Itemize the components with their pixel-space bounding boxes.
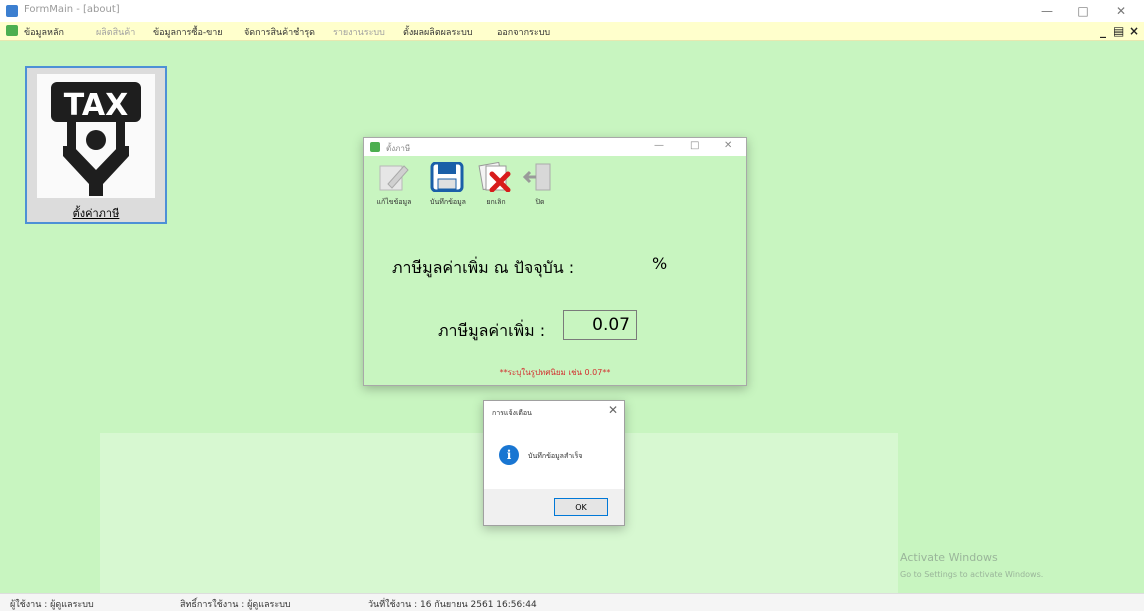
tax-dialog: ตั้งภาษี — □ ✕ แก้ไขข้อมูล บันทึกข้อมูล [363,137,747,386]
save-button-label: บันทึกข้อมูล [430,198,466,206]
cancel-icon [478,161,512,193]
window-titlebar: FormMain - [about] — □ ✕ [0,0,1144,22]
maximize-button[interactable]: □ [1068,2,1098,20]
current-vat-label: ภาษีมูลค่าเพิ่ม ณ ปัจจุบัน : [392,258,575,277]
message-box-footer: OK [484,489,624,525]
tax-dialog-titlebar: ตั้งภาษี — □ ✕ [364,138,746,156]
status-role: สิทธิ์การใช้งาน : ผู้ดูแลระบบ [180,600,291,610]
activate-windows-subtitle: Go to Settings to activate Windows. [900,570,1044,579]
exit-button-label: ปิด [535,198,545,206]
dialog-minimize-button[interactable]: — [654,140,664,151]
mdi-minimize-button[interactable]: _ [1100,24,1106,38]
app-icon [6,5,18,17]
close-button[interactable]: ✕ [1106,2,1136,20]
dialog-maximize-button[interactable]: □ [690,140,699,151]
menu-item-reports[interactable]: รายงานระบบ [333,25,385,39]
mdi-restore-button[interactable]: ▤ [1113,24,1124,38]
menu-item-damaged-goods[interactable]: จัดการสินค้าชำรุด [244,25,315,39]
edit-button-label: แก้ไขข้อมูล [376,198,412,206]
tax-settings-tile[interactable]: TAX ตั้งค่าภาษี [25,66,167,224]
exit-icon [522,162,556,192]
edit-icon [376,162,410,192]
svg-text:TAX: TAX [64,88,128,123]
menu-item-settings[interactable]: ตั้งผลผลิตผลระบบ [403,25,473,39]
menu-item-logout[interactable]: ออกจากระบบ [497,25,550,39]
cancel-button-label: ยกเลิก [486,198,506,206]
window-title: FormMain - [about] [24,4,120,15]
tax-dialog-title: ตั้งภาษี [386,144,411,153]
dialog-close-button[interactable]: ✕ [724,140,732,151]
percent-symbol: % [652,254,668,273]
status-date: วันที่ใช้งาน : 16 กันยายน 2561 16:56:44 [368,600,537,610]
message-box-close-button[interactable]: ✕ [608,403,618,417]
message-box: การแจ้งเตือน ✕ i บันทึกข้อมูลสำเร็จ OK [483,400,625,526]
cancel-button[interactable]: ยกเลิก [472,160,520,206]
message-box-body: i บันทึกข้อมูลสำเร็จ [484,425,624,489]
tax-settings-tile-label: ตั้งค่าภาษี [72,207,120,220]
edit-button[interactable]: แก้ไขข้อมูล [370,160,418,206]
menu-item-main-data[interactable]: ข้อมูลหลัก [24,25,64,39]
menu-item-trade-data[interactable]: ข้อมูลการซื้อ-ขาย [153,25,223,39]
message-box-title: การแจ้งเตือน [492,409,532,417]
mdi-close-button[interactable]: × [1129,24,1139,38]
dialog-app-icon [370,142,380,152]
minimize-button[interactable]: — [1032,2,1062,20]
vat-hint-text: **ระบุในรูปทศนิยม เช่น 0.07** [499,368,611,377]
vat-field-label: ภาษีมูลค่าเพิ่ม : [438,321,546,340]
status-bar: ผู้ใช้งาน : ผู้ดูแลระบบ สิทธิ์การใช้งาน … [0,593,1144,611]
tax-icon: TAX [37,74,155,198]
info-icon: i [499,445,519,465]
message-box-text: บันทึกข้อมูลสำเร็จ [528,452,583,460]
menu-item-production[interactable]: ผลิตสินค้า [96,25,135,39]
status-user: ผู้ใช้งาน : ผู้ดูแลระบบ [10,600,94,610]
vat-input[interactable] [563,310,637,340]
exit-button[interactable]: ปิด [516,160,564,206]
save-button[interactable]: บันทึกข้อมูล [424,160,472,206]
activate-windows-title: Activate Windows [900,551,998,564]
ok-button[interactable]: OK [554,498,608,516]
menu-bar: ข้อมูลหลัก ผลิตสินค้า ข้อมูลการซื้อ-ขาย … [0,22,1144,41]
save-icon [430,161,464,193]
mdi-child-icon[interactable] [6,25,18,36]
